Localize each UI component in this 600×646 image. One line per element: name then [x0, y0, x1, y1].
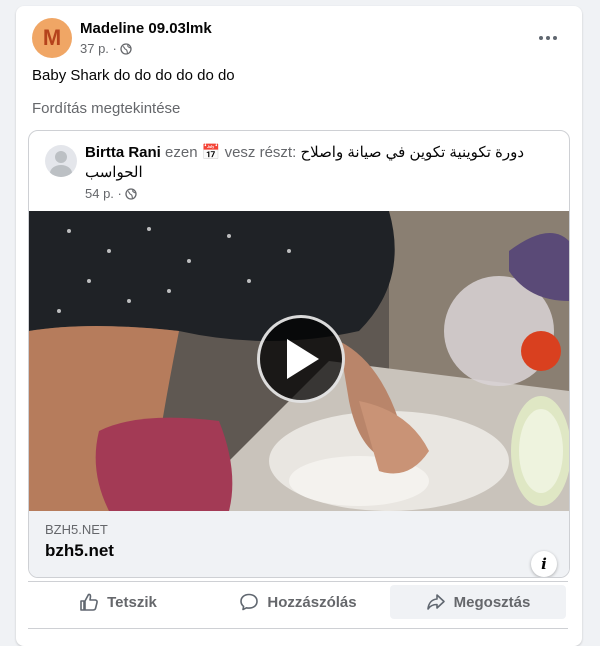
like-button[interactable]: Tetszik: [30, 585, 206, 619]
avatar[interactable]: M: [32, 18, 72, 58]
shared-time[interactable]: 54 p. ·: [85, 186, 122, 201]
link-domain: BZH5.NET: [45, 522, 108, 537]
globe-icon: [125, 187, 137, 200]
event-title[interactable]: دورة تكوينية تكوين في صيانة واصلاح: [300, 144, 524, 161]
shared-post[interactable]: Birtta Rani ezen 📅 vesz részt: دورة تكوي…: [28, 130, 570, 578]
shared-avatar[interactable]: [45, 145, 77, 177]
post-meta: 37 p. ·: [80, 41, 132, 56]
share-arrow-icon: [426, 594, 445, 610]
event-title-continued[interactable]: الحواسب: [85, 164, 143, 181]
video-thumbnail[interactable]: [29, 211, 569, 511]
translate-link[interactable]: Fordítás megtekintése: [32, 100, 180, 117]
comment-label: Hozzászólás: [267, 593, 357, 611]
dot-icon: [546, 36, 550, 40]
more-options-button[interactable]: [534, 24, 562, 52]
post-time[interactable]: 37 p. ·: [80, 41, 117, 56]
comment-button[interactable]: Hozzászólás: [210, 585, 386, 619]
shared-author-name[interactable]: Birtta Rani: [85, 144, 161, 161]
comment-icon: [240, 593, 259, 611]
share-label: Megosztás: [453, 593, 531, 611]
share-button[interactable]: Megosztás: [390, 585, 566, 619]
link-preview[interactable]: BZH5.NET bzh5.net i: [29, 511, 569, 577]
like-label: Tetszik: [107, 593, 157, 611]
shared-header: Birtta Rani ezen 📅 vesz részt: دورة تكوي…: [85, 143, 555, 183]
shared-meta: 54 p. ·: [85, 186, 137, 201]
dot-icon: [553, 36, 557, 40]
author-name[interactable]: Madeline 09.03lmk: [80, 20, 212, 37]
action-bar: Tetszik Hozzászólás Megosztás: [28, 581, 568, 622]
avatar-body-shape: [50, 165, 72, 177]
info-icon[interactable]: i: [531, 551, 557, 577]
calendar-icon: 📅: [201, 144, 221, 161]
globe-icon: [120, 42, 132, 55]
thumbs-up-icon: [80, 593, 99, 611]
play-icon: [287, 339, 319, 379]
shared-verb-suffix: vesz részt:: [224, 144, 297, 161]
post-card: M Madeline 09.03lmk 37 p. · Baby Shark d…: [16, 6, 582, 646]
post-text: Baby Shark do do do do do do: [32, 67, 235, 84]
play-button[interactable]: [257, 315, 345, 403]
link-title[interactable]: bzh5.net: [45, 541, 114, 561]
shared-verb-prefix: ezen: [165, 144, 198, 161]
avatar-head-shape: [55, 151, 67, 163]
post-header: M Madeline 09.03lmk 37 p. ·: [32, 18, 570, 62]
dot-icon: [539, 36, 543, 40]
